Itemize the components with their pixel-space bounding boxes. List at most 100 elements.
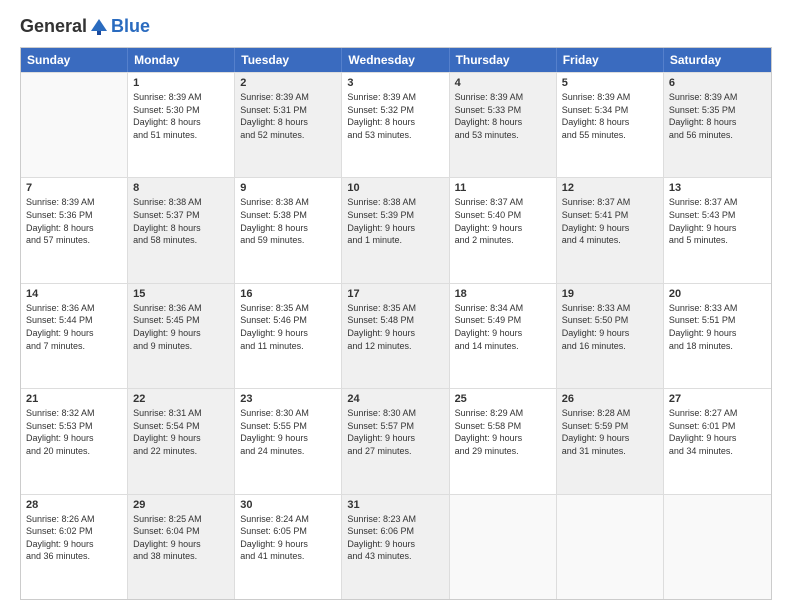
day-number: 2 bbox=[240, 77, 336, 89]
cell-text: Sunrise: 8:38 AM Sunset: 5:39 PM Dayligh… bbox=[347, 196, 443, 246]
calendar-cell: 27 Sunrise: 8:27 AM Sunset: 6:01 PM Dayli… bbox=[664, 389, 771, 493]
calendar-cell: 9 Sunrise: 8:38 AM Sunset: 5:38 PM Daylig… bbox=[235, 178, 342, 282]
day-number: 6 bbox=[669, 77, 766, 89]
day-number: 23 bbox=[240, 393, 336, 405]
calendar-cell: 1 Sunrise: 8:39 AM Sunset: 5:30 PM Daylig… bbox=[128, 73, 235, 177]
calendar-week-4: 21 Sunrise: 8:32 AM Sunset: 5:53 PM Dayli… bbox=[21, 388, 771, 493]
calendar-cell: 10 Sunrise: 8:38 AM Sunset: 5:39 PM Dayli… bbox=[342, 178, 449, 282]
day-number: 19 bbox=[562, 288, 658, 300]
cell-text: Sunrise: 8:25 AM Sunset: 6:04 PM Dayligh… bbox=[133, 513, 229, 563]
day-number: 11 bbox=[455, 182, 551, 194]
cell-text: Sunrise: 8:32 AM Sunset: 5:53 PM Dayligh… bbox=[26, 407, 122, 457]
calendar-cell: 17Sunrise: 8:35 AM Sunset: 5:48 PM Dayli… bbox=[342, 284, 449, 388]
day-number: 14 bbox=[26, 288, 122, 300]
day-number: 7 bbox=[26, 182, 122, 194]
calendar-cell: 18 Sunrise: 8:34 AM Sunset: 5:49 PM Dayli… bbox=[450, 284, 557, 388]
cell-text: Sunrise: 8:30 AM Sunset: 5:55 PM Dayligh… bbox=[240, 407, 336, 457]
cell-text: Sunrise: 8:33 AM Sunset: 5:51 PM Dayligh… bbox=[669, 302, 766, 352]
cell-text: Sunrise: 8:30 AM Sunset: 5:57 PM Dayligh… bbox=[347, 407, 443, 457]
day-number: 28 bbox=[26, 499, 122, 511]
cell-text: Sunrise: 8:39 AM Sunset: 5:30 PM Dayligh… bbox=[133, 91, 229, 141]
cell-text: Sunrise: 8:36 AM Sunset: 5:45 PM Dayligh… bbox=[133, 302, 229, 352]
day-number: 20 bbox=[669, 288, 766, 300]
calendar-cell: 30Sunrise: 8:24 AM Sunset: 6:05 PM Dayli… bbox=[235, 495, 342, 599]
day-number: 13 bbox=[669, 182, 766, 194]
calendar-cell: 23 Sunrise: 8:30 AM Sunset: 5:55 PM Dayli… bbox=[235, 389, 342, 493]
calendar-cell: 14 Sunrise: 8:36 AM Sunset: 5:44 PM Dayli… bbox=[21, 284, 128, 388]
day-number: 26 bbox=[562, 393, 658, 405]
day-number: 15 bbox=[133, 288, 229, 300]
calendar-cell: 24 Sunrise: 8:30 AM Sunset: 5:57 PM Dayli… bbox=[342, 389, 449, 493]
calendar-cell: 8 Sunrise: 8:38 AM Sunset: 5:37 PM Daylig… bbox=[128, 178, 235, 282]
calendar-cell: 19Sunrise: 8:33 AM Sunset: 5:50 PM Dayli… bbox=[557, 284, 664, 388]
cell-text: Sunrise: 8:39 AM Sunset: 5:32 PM Dayligh… bbox=[347, 91, 443, 141]
day-number: 22 bbox=[133, 393, 229, 405]
cell-text: Sunrise: 8:38 AM Sunset: 5:37 PM Dayligh… bbox=[133, 196, 229, 246]
day-number: 31 bbox=[347, 499, 443, 511]
day-number: 25 bbox=[455, 393, 551, 405]
day-number: 29 bbox=[133, 499, 229, 511]
calendar-cell: 11 Sunrise: 8:37 AM Sunset: 5:40 PM Dayli… bbox=[450, 178, 557, 282]
day-number: 12 bbox=[562, 182, 658, 194]
day-number: 4 bbox=[455, 77, 551, 89]
day-number: 24 bbox=[347, 393, 443, 405]
calendar-week-2: 7Sunrise: 8:39 AM Sunset: 5:36 PM Daylig… bbox=[21, 177, 771, 282]
calendar-header-friday: Friday bbox=[557, 48, 664, 72]
day-number: 18 bbox=[455, 288, 551, 300]
calendar-header-sunday: Sunday bbox=[21, 48, 128, 72]
day-number: 3 bbox=[347, 77, 443, 89]
calendar-cell: 28Sunrise: 8:26 AM Sunset: 6:02 PM Dayli… bbox=[21, 495, 128, 599]
calendar-header-wednesday: Wednesday bbox=[342, 48, 449, 72]
day-number: 1 bbox=[133, 77, 229, 89]
day-number: 27 bbox=[669, 393, 766, 405]
calendar-cell: 6Sunrise: 8:39 AM Sunset: 5:35 PM Daylig… bbox=[664, 73, 771, 177]
calendar-header-thursday: Thursday bbox=[450, 48, 557, 72]
calendar-cell: 31 Sunrise: 8:23 AM Sunset: 6:06 PM Dayli… bbox=[342, 495, 449, 599]
logo: General Blue bbox=[20, 16, 150, 37]
day-number: 9 bbox=[240, 182, 336, 194]
logo-icon bbox=[89, 17, 109, 37]
cell-text: Sunrise: 8:37 AM Sunset: 5:40 PM Dayligh… bbox=[455, 196, 551, 246]
day-number: 5 bbox=[562, 77, 658, 89]
calendar-cell: 3 Sunrise: 8:39 AM Sunset: 5:32 PM Daylig… bbox=[342, 73, 449, 177]
calendar-week-3: 14 Sunrise: 8:36 AM Sunset: 5:44 PM Dayli… bbox=[21, 283, 771, 388]
cell-text: Sunrise: 8:27 AM Sunset: 6:01 PM Dayligh… bbox=[669, 407, 766, 457]
calendar-cell: 4 Sunrise: 8:39 AM Sunset: 5:33 PM Daylig… bbox=[450, 73, 557, 177]
calendar-header-tuesday: Tuesday bbox=[235, 48, 342, 72]
cell-text: Sunrise: 8:23 AM Sunset: 6:06 PM Dayligh… bbox=[347, 513, 443, 563]
calendar-cell: 21 Sunrise: 8:32 AM Sunset: 5:53 PM Dayli… bbox=[21, 389, 128, 493]
calendar-body: 1 Sunrise: 8:39 AM Sunset: 5:30 PM Daylig… bbox=[21, 72, 771, 599]
calendar-cell bbox=[664, 495, 771, 599]
calendar-header-row: SundayMondayTuesdayWednesdayThursdayFrid… bbox=[21, 48, 771, 72]
cell-text: Sunrise: 8:39 AM Sunset: 5:34 PM Dayligh… bbox=[562, 91, 658, 141]
calendar-cell bbox=[21, 73, 128, 177]
cell-text: Sunrise: 8:39 AM Sunset: 5:33 PM Dayligh… bbox=[455, 91, 551, 141]
cell-text: Sunrise: 8:36 AM Sunset: 5:44 PM Dayligh… bbox=[26, 302, 122, 352]
calendar-header-monday: Monday bbox=[128, 48, 235, 72]
calendar-week-5: 28Sunrise: 8:26 AM Sunset: 6:02 PM Dayli… bbox=[21, 494, 771, 599]
calendar-cell bbox=[557, 495, 664, 599]
calendar-cell: 29 Sunrise: 8:25 AM Sunset: 6:04 PM Dayli… bbox=[128, 495, 235, 599]
cell-text: Sunrise: 8:35 AM Sunset: 5:46 PM Dayligh… bbox=[240, 302, 336, 352]
day-number: 10 bbox=[347, 182, 443, 194]
cell-text: Sunrise: 8:39 AM Sunset: 5:31 PM Dayligh… bbox=[240, 91, 336, 141]
page: General Blue SundayMondayTuesdayWednesda… bbox=[0, 0, 792, 612]
day-number: 8 bbox=[133, 182, 229, 194]
cell-text: Sunrise: 8:31 AM Sunset: 5:54 PM Dayligh… bbox=[133, 407, 229, 457]
header: General Blue bbox=[20, 16, 772, 37]
calendar-cell: 20 Sunrise: 8:33 AM Sunset: 5:51 PM Dayli… bbox=[664, 284, 771, 388]
calendar-cell: 25 Sunrise: 8:29 AM Sunset: 5:58 PM Dayli… bbox=[450, 389, 557, 493]
calendar-cell: 16Sunrise: 8:35 AM Sunset: 5:46 PM Dayli… bbox=[235, 284, 342, 388]
cell-text: Sunrise: 8:38 AM Sunset: 5:38 PM Dayligh… bbox=[240, 196, 336, 246]
cell-text: Sunrise: 8:28 AM Sunset: 5:59 PM Dayligh… bbox=[562, 407, 658, 457]
cell-text: Sunrise: 8:24 AM Sunset: 6:05 PM Dayligh… bbox=[240, 513, 336, 563]
cell-text: Sunrise: 8:37 AM Sunset: 5:43 PM Dayligh… bbox=[669, 196, 766, 246]
cell-text: Sunrise: 8:29 AM Sunset: 5:58 PM Dayligh… bbox=[455, 407, 551, 457]
calendar-cell: 26 Sunrise: 8:28 AM Sunset: 5:59 PM Dayli… bbox=[557, 389, 664, 493]
cell-text: Sunrise: 8:34 AM Sunset: 5:49 PM Dayligh… bbox=[455, 302, 551, 352]
calendar-cell: 13 Sunrise: 8:37 AM Sunset: 5:43 PM Dayli… bbox=[664, 178, 771, 282]
calendar-cell: 22 Sunrise: 8:31 AM Sunset: 5:54 PM Dayli… bbox=[128, 389, 235, 493]
calendar-cell: 15 Sunrise: 8:36 AM Sunset: 5:45 PM Dayli… bbox=[128, 284, 235, 388]
calendar-cell: 2 Sunrise: 8:39 AM Sunset: 5:31 PM Daylig… bbox=[235, 73, 342, 177]
day-number: 21 bbox=[26, 393, 122, 405]
